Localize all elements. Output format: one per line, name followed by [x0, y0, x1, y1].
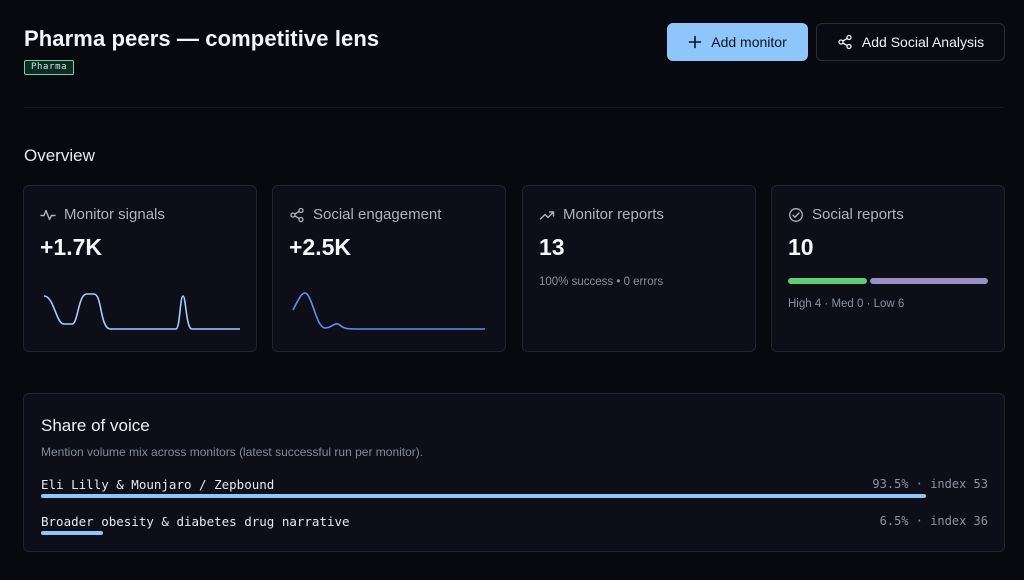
social-reports-label: Social reports [812, 206, 904, 223]
plus-icon [688, 35, 702, 49]
sov-row-label: Eli Lilly & Mounjaro / Zepbound [41, 477, 275, 492]
share-of-voice-row[interactable]: Eli Lilly & Mounjaro / Zepbound 93.5% · … [41, 477, 988, 501]
share-icon [838, 34, 852, 50]
monitor-signals-sparkline [43, 293, 240, 330]
monitor-signals-label: Monitor signals [64, 206, 165, 223]
severity-breakdown-text: High 4 · Med 0 · Low 6 [788, 298, 905, 310]
severity-low-segment [869, 278, 988, 284]
social-engagement-label: Social engagement [313, 206, 442, 223]
industry-tag: Pharma [24, 60, 75, 75]
sov-row-bar [41, 494, 927, 498]
monitor-reports-label: Monitor reports [563, 206, 664, 223]
monitor-signals-value: +1.7K [40, 234, 103, 260]
monitor-reports-status: 100% success • 0 errors [539, 276, 664, 288]
add-monitor-button[interactable]: Add monitor [667, 23, 808, 61]
activity-icon [40, 209, 56, 220]
share-of-voice-row[interactable]: Broader obesity & diabetes drug narrativ… [41, 514, 988, 538]
add-social-analysis-button[interactable]: Add Social Analysis [816, 23, 1005, 61]
sov-row-meta: 6.5% · index 36 [879, 514, 988, 528]
monitor-signals-card[interactable]: Monitor signals +1.7K [23, 185, 257, 352]
sov-row-label: Broader obesity & diabetes drug narrativ… [41, 514, 350, 529]
share-of-voice-subtitle: Mention volume mix across monitors (late… [41, 445, 424, 459]
add-social-analysis-label: Add Social Analysis [861, 34, 985, 50]
overview-title: Overview [24, 146, 95, 165]
sov-row-meta: 93.5% · index 53 [872, 477, 988, 491]
page-header: Pharma peers — competitive lens Pharma A… [24, 23, 1005, 86]
monitor-reports-value: 13 [539, 234, 565, 260]
severity-distribution-bar [788, 278, 988, 284]
check-circle-icon [789, 207, 803, 222]
header-divider [24, 107, 1004, 108]
trending-up-icon [539, 210, 555, 220]
social-reports-card[interactable]: Social reports 10 High 4 · Med 0 · Low 6 [771, 185, 1005, 352]
social-engagement-sparkline [292, 292, 485, 330]
share-of-voice-title: Share of voice [41, 416, 150, 435]
social-reports-value: 10 [788, 234, 814, 260]
severity-high-segment [788, 278, 867, 284]
share-icon [290, 207, 304, 222]
monitor-reports-card[interactable]: Monitor reports 13 100% success • 0 erro… [522, 185, 756, 352]
sov-row-bar [41, 531, 103, 535]
share-of-voice-panel: Share of voice Mention volume mix across… [23, 393, 1005, 552]
add-monitor-label: Add monitor [711, 34, 787, 50]
social-engagement-value: +2.5K [289, 234, 352, 260]
social-engagement-card[interactable]: Social engagement +2.5K [272, 185, 506, 352]
